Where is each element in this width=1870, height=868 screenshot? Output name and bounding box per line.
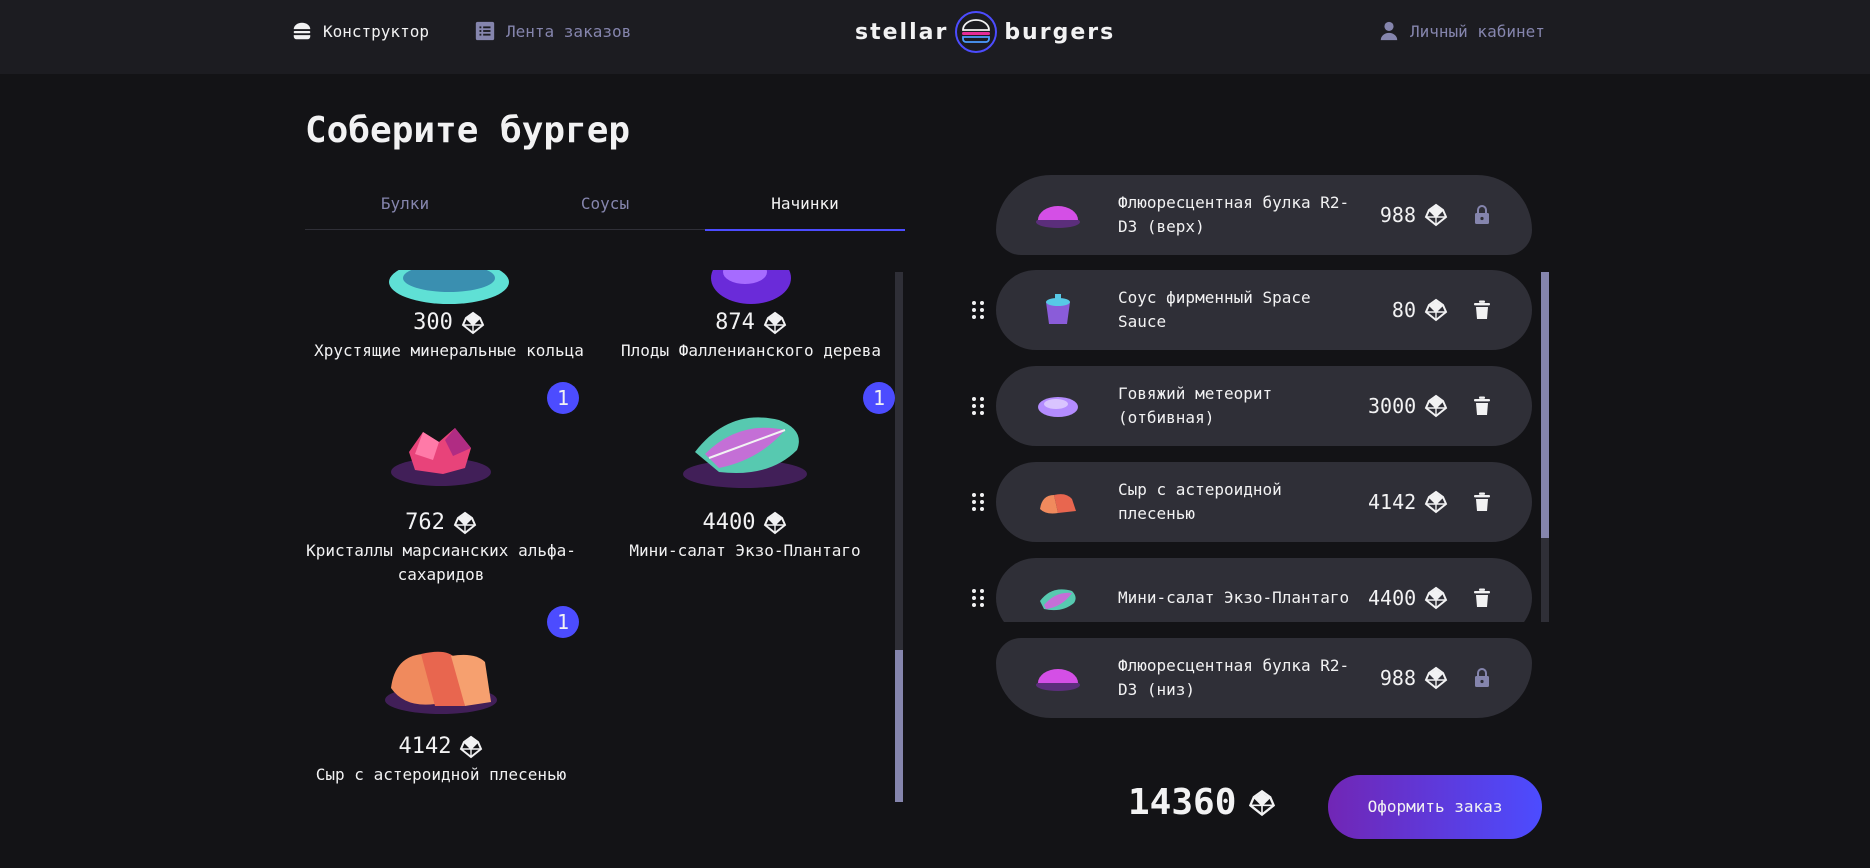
constructor-scrollbar-thumb[interactable]	[1541, 272, 1549, 538]
burger-icon	[293, 22, 311, 40]
profile-icon	[1380, 21, 1398, 41]
sauce-image	[1018, 292, 1098, 328]
currency-icon	[1424, 394, 1448, 418]
currency-icon	[1424, 586, 1448, 610]
ingredient-price: 4142	[398, 734, 452, 759]
ingredient-price: 762	[405, 510, 445, 535]
nav-constructor[interactable]: Конструктор	[291, 18, 429, 44]
ingredient-price: 874	[715, 310, 755, 335]
top-bun-row: Флюоресцентная булка R2-D3 (верх) 988	[996, 175, 1532, 255]
ingredient-list[interactable]: 300 Хрустящие минеральные кольца 874 Пло…	[305, 270, 905, 802]
constructor-item-price: 4142	[1368, 490, 1417, 514]
bottom-bun-name: Флюоресцентная булка R2-D3 (низ)	[1118, 656, 1350, 699]
currency-icon	[763, 311, 787, 335]
ingredient-name: Сыр с астероидной плесенью	[315, 765, 567, 784]
constructor-item[interactable]: Говяжий метеорит (отбивная) 3000	[960, 366, 1536, 446]
ingredient-card-crystals[interactable]: 762 Кристаллы марсианских альфа-сахаридо…	[305, 382, 579, 587]
ingredient-price: 300	[413, 310, 453, 335]
salad-image	[609, 390, 881, 510]
ingredient-counter-badge: 1	[547, 382, 579, 414]
constructor-item-name: Соус фирменный Space Sauce	[1118, 288, 1311, 331]
bun-image	[1018, 200, 1098, 230]
bottom-bun-row: Флюоресцентная булка R2-D3 (низ) 988	[996, 638, 1532, 718]
currency-icon	[453, 511, 477, 535]
constructor-item[interactable]: Сыр с астероидной плесенью 4142	[960, 462, 1536, 542]
ingredient-card-fruits[interactable]: 874 Плоды Фалленианского дерева	[615, 270, 887, 363]
constructor-item-price: 3000	[1368, 394, 1417, 418]
ingredient-card-rings[interactable]: 300 Хрустящие минеральные кольца	[313, 270, 585, 363]
constructor-item[interactable]: Мини-салат Экзо-Плантаго 4400	[960, 558, 1536, 622]
order-total-value: 14360	[1128, 782, 1237, 823]
tab-buns[interactable]: Булки	[305, 182, 505, 229]
constructor-filling-list[interactable]: Соус фирменный Space Sauce 80 Говяжий ме…	[960, 270, 1550, 622]
drag-handle-icon[interactable]	[960, 394, 996, 418]
lock-icon	[1470, 203, 1494, 227]
trash-icon[interactable]	[1470, 586, 1494, 610]
constructor-scrollbar[interactable]	[1541, 272, 1549, 622]
app-header: Конструктор Лента заказов stellar burger…	[0, 0, 1870, 74]
currency-icon	[763, 511, 787, 535]
nav-feed[interactable]: Лента заказов	[474, 18, 631, 44]
ingredient-name: Хрустящие минеральные кольца	[314, 341, 584, 360]
constructor-item[interactable]: Соус фирменный Space Sauce 80	[960, 270, 1536, 350]
constructor-item-name: Мини-салат Экзо-Плантаго	[1118, 588, 1350, 607]
currency-icon	[461, 311, 485, 335]
ingredient-name: Кристаллы марсианских альфа-сахаридов	[306, 541, 576, 584]
drag-handle-icon[interactable]	[960, 586, 996, 610]
ingredient-tabs: Булки Соусы Начинки	[305, 182, 905, 231]
nav-profile-label: Личный кабинет	[1410, 21, 1545, 41]
order-total: 14360	[1128, 782, 1276, 823]
top-bun-price: 988	[1379, 203, 1416, 227]
logo-text-right: burgers	[1004, 19, 1116, 45]
currency-icon	[1424, 203, 1448, 227]
currency-icon	[1248, 789, 1276, 817]
cheese-thumb-image	[1018, 487, 1098, 517]
currency-icon	[1424, 298, 1448, 322]
ingredient-card-salad[interactable]: 4400 Мини-салат Экзо-Плантаго 1	[609, 382, 895, 563]
tab-mains[interactable]: Начинки	[705, 182, 905, 231]
constructor-item-price: 4400	[1368, 586, 1417, 610]
mineral-rings-image	[313, 270, 585, 310]
trash-icon[interactable]	[1470, 490, 1494, 514]
trash-icon[interactable]	[1470, 394, 1494, 418]
crystals-image	[305, 390, 577, 510]
salad-thumb-image	[1018, 583, 1098, 613]
logo-text-left: stellar	[855, 19, 949, 45]
nav-constructor-label: Конструктор	[323, 21, 429, 41]
drag-handle-icon[interactable]	[960, 490, 996, 514]
cheese-image	[305, 614, 577, 734]
page-title: Соберите бургер	[305, 110, 631, 151]
nav-profile[interactable]: Личный кабинет	[1378, 18, 1545, 44]
nav-feed-label: Лента заказов	[506, 21, 632, 41]
ingredient-scrollbar[interactable]	[895, 272, 903, 802]
ingredient-price: 4400	[702, 510, 756, 535]
ingredient-card-cheese[interactable]: 4142 Сыр с астероидной плесенью 1	[305, 606, 579, 787]
currency-icon	[1424, 666, 1448, 690]
ingredient-counter-badge: 1	[863, 382, 895, 414]
trash-icon[interactable]	[1470, 298, 1494, 322]
constructor-item-name: Говяжий метеорит (отбивная)	[1118, 384, 1273, 427]
currency-icon	[1424, 490, 1448, 514]
ingredient-name: Мини-салат Экзо-Плантаго	[629, 541, 861, 560]
bun-image	[1018, 663, 1098, 693]
ingredient-name: Плоды Фалленианского дерева	[620, 341, 882, 360]
tab-sauces[interactable]: Соусы	[505, 182, 705, 229]
list-icon	[475, 21, 495, 41]
ingredient-scrollbar-thumb[interactable]	[895, 650, 903, 802]
constructor-item-price: 80	[1391, 298, 1416, 322]
currency-icon	[459, 735, 483, 759]
lock-icon	[1470, 666, 1494, 690]
bottom-bun-price: 988	[1379, 666, 1416, 690]
app-logo[interactable]: stellar burgers	[855, 6, 1115, 58]
logo-burger-icon	[955, 11, 998, 53]
ingredient-counter-badge: 1	[547, 606, 579, 638]
meteorite-image	[1018, 391, 1098, 421]
constructor-item-name: Сыр с астероидной плесенью	[1118, 480, 1282, 523]
top-bun-name: Флюоресцентная булка R2-D3 (верх)	[1118, 193, 1350, 236]
drag-handle-icon[interactable]	[960, 298, 996, 322]
fallenian-fruits-image	[615, 270, 887, 310]
place-order-button[interactable]: Оформить заказ	[1328, 775, 1542, 839]
